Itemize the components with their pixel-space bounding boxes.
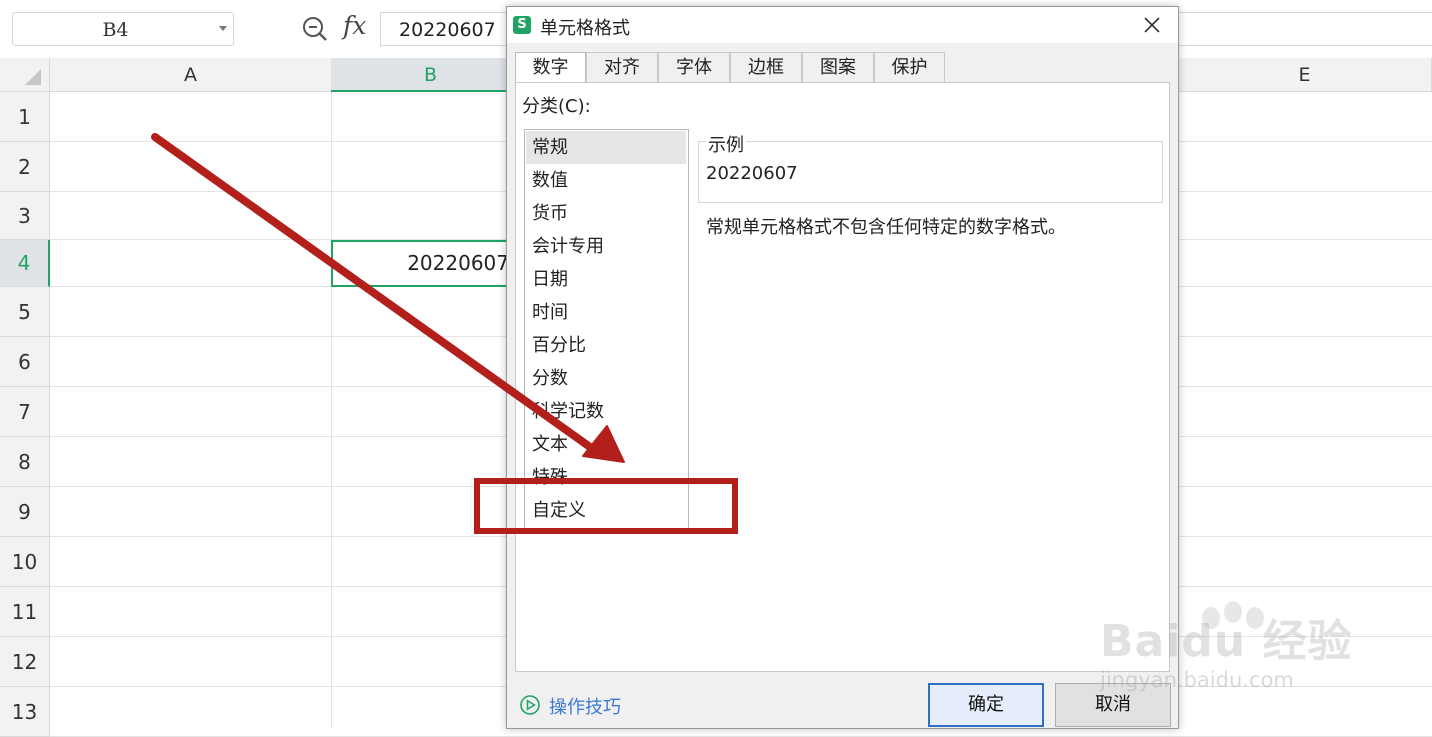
row-header-2[interactable]: 2 <box>0 142 50 192</box>
row-header-13[interactable]: 13 <box>0 687 50 737</box>
chevron-down-icon[interactable] <box>219 26 227 31</box>
category-list[interactable]: 常规 数值 货币 会计专用 日期 时间 百分比 分数 科学记数 文本 特殊 自定… <box>524 129 689 531</box>
row-header-12[interactable]: 12 <box>0 637 50 687</box>
row-header-8[interactable]: 8 <box>0 437 50 487</box>
category-fraction[interactable]: 分数 <box>526 362 686 395</box>
category-accounting[interactable]: 会计专用 <box>526 230 686 263</box>
format-cells-dialog: S 单元格格式 数字 对齐 字体 边框 图案 保护 分类(C): 常规 数值 货… <box>506 6 1179 729</box>
name-box-value: B4 <box>102 19 129 41</box>
category-currency[interactable]: 货币 <box>526 197 686 230</box>
tab-pattern[interactable]: 图案 <box>802 52 874 82</box>
category-number[interactable]: 数值 <box>526 164 686 197</box>
row-header-3[interactable]: 3 <box>0 192 50 240</box>
ok-button[interactable]: 确定 <box>928 683 1044 727</box>
row-header-7[interactable]: 7 <box>0 387 50 437</box>
close-icon[interactable] <box>1140 13 1164 37</box>
category-custom[interactable]: 自定义 <box>526 494 686 527</box>
row-header-1[interactable]: 1 <box>0 92 50 142</box>
select-all-corner[interactable] <box>0 58 50 92</box>
row-header-5[interactable]: 5 <box>0 287 50 337</box>
dialog-title: 单元格格式 <box>540 18 630 39</box>
tab-font[interactable]: 字体 <box>658 52 730 82</box>
category-percentage[interactable]: 百分比 <box>526 329 686 362</box>
tab-border[interactable]: 边框 <box>730 52 802 82</box>
number-tab-panel: 分类(C): 常规 数值 货币 会计专用 日期 时间 百分比 分数 科学记数 文… <box>515 82 1170 672</box>
category-special[interactable]: 特殊 <box>526 461 686 494</box>
column-header-b[interactable]: B <box>331 58 531 92</box>
tab-protection[interactable]: 保护 <box>874 52 945 82</box>
category-time[interactable]: 时间 <box>526 296 686 329</box>
row-header-4[interactable]: 4 <box>0 240 50 287</box>
zoom-search-icon[interactable] <box>301 15 329 43</box>
row-header-9[interactable]: 9 <box>0 487 50 537</box>
app-logo-icon: S <box>513 16 531 34</box>
watermark-logo-text: Baidu 经验 <box>1100 616 1353 667</box>
column-header-e[interactable]: E <box>1178 58 1432 92</box>
tab-alignment[interactable]: 对齐 <box>586 52 658 82</box>
column-header-a[interactable]: A <box>50 58 332 92</box>
cell-b4-value: 20220607 <box>407 251 509 275</box>
category-general[interactable]: 常规 <box>526 131 686 164</box>
row-header-6[interactable]: 6 <box>0 337 50 387</box>
category-scientific[interactable]: 科学记数 <box>526 395 686 428</box>
tab-number[interactable]: 数字 <box>515 52 586 83</box>
name-box[interactable]: B4 <box>12 12 234 46</box>
watermark-url: jingyan.baidu.com <box>1100 668 1294 692</box>
fx-icon[interactable]: fx <box>343 11 366 40</box>
category-label: 分类(C): <box>522 96 591 117</box>
tips-link[interactable]: 操作技巧 <box>549 693 621 719</box>
play-circle-icon[interactable] <box>519 694 541 716</box>
sample-legend: 示例 <box>706 131 746 157</box>
category-date[interactable]: 日期 <box>526 263 686 296</box>
format-description: 常规单元格格式不包含任何特定的数字格式。 <box>706 217 1066 238</box>
sample-value: 20220607 <box>706 163 798 184</box>
dialog-title-bar[interactable]: S 单元格格式 <box>507 7 1178 43</box>
row-header-10[interactable]: 10 <box>0 537 50 587</box>
category-text[interactable]: 文本 <box>526 428 686 461</box>
row-header-11[interactable]: 11 <box>0 587 50 637</box>
gridline-col <box>331 92 332 729</box>
